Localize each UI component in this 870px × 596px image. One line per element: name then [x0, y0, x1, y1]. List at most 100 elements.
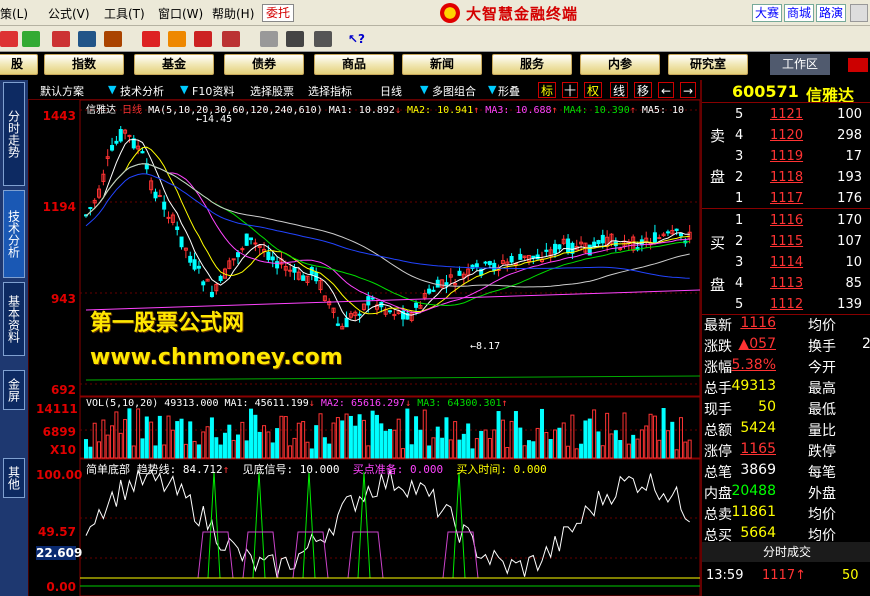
menu-help[interactable]: 帮助(H) [212, 5, 254, 22]
menu-bar: 策(L) 公式(V) 工具(T) 窗口(W) 帮助(H) 委托 大智慧金融终端 … [0, 0, 870, 26]
buy-level-row[interactable]: 1 1116 170 [702, 210, 870, 231]
contest-button[interactable]: 大赛 [752, 4, 783, 22]
candle-body [162, 201, 167, 210]
tab-other[interactable]: 其他 [3, 458, 25, 498]
select-indicator-button[interactable]: 选择指标 [308, 83, 352, 99]
chevron-down-icon[interactable]: ▼ [108, 83, 116, 96]
pencil-icon[interactable] [104, 31, 122, 47]
menu-strategy[interactable]: 策(L) [0, 5, 28, 22]
multi-chart-button[interactable]: 多图组合 [432, 83, 476, 99]
menu-formula[interactable]: 公式(V) [48, 5, 90, 22]
mark-toggle[interactable]: 标 [538, 82, 556, 98]
books-icon[interactable] [314, 31, 332, 47]
candle-body [175, 226, 180, 231]
volume-bar [270, 442, 275, 459]
move-toggle[interactable]: 移 [634, 82, 652, 98]
f10-button[interactable]: F10资料 [192, 83, 234, 99]
mall-button[interactable]: 商城 [784, 4, 815, 22]
chevron-down-icon[interactable]: ▼ [488, 83, 496, 96]
nav-bond[interactable]: 债券 [224, 54, 304, 75]
window-control-icon[interactable] [850, 4, 868, 22]
nav-index[interactable]: 指数 [44, 54, 124, 75]
buy-level-row[interactable]: 3 1114 10 [702, 252, 870, 273]
volume-bar [101, 419, 106, 459]
arrow-left-icon[interactable] [0, 31, 18, 47]
volume-bar [196, 444, 201, 459]
buy-level-row[interactable]: 2 1115 107 [702, 231, 870, 252]
ma-line [85, 163, 690, 288]
minimize-icon[interactable] [848, 58, 868, 72]
candle-body [388, 310, 392, 313]
candle-body [188, 255, 193, 263]
candle-body [201, 281, 206, 286]
scroll-left-button[interactable]: ← [658, 82, 674, 98]
volume-bar [162, 444, 167, 459]
window-icon[interactable] [286, 31, 304, 47]
quote-stat-row: 涨幅 5.38% 今开 [704, 357, 836, 376]
candle-body [231, 258, 236, 261]
volume-bar [370, 410, 375, 459]
period-button[interactable]: 日线 [380, 83, 402, 99]
help-pointer-icon[interactable]: ↖? [348, 31, 366, 47]
sell-level-row[interactable]: 5 1121 100 [702, 104, 870, 125]
rights-toggle[interactable]: 权 [584, 82, 602, 98]
volume-bar [292, 437, 297, 459]
menu-tools[interactable]: 工具(T) [104, 5, 145, 22]
volume-bar [513, 411, 518, 459]
technical-dropdown[interactable]: 技术分析 [120, 83, 164, 99]
menu-window[interactable]: 窗口(W) [158, 5, 203, 22]
link-icon[interactable] [22, 31, 40, 47]
candle-body [236, 252, 240, 258]
volume-bar [579, 443, 584, 459]
candle-body [192, 259, 197, 270]
nav-service[interactable]: 服务 [492, 54, 572, 75]
ma-longest-line [85, 375, 700, 381]
nav-news[interactable]: 新闻 [402, 54, 482, 75]
volume-bar [592, 409, 597, 459]
tab-fundamental[interactable]: 基本资料 [3, 282, 25, 356]
fire-icon[interactable] [194, 31, 212, 47]
stock-code: 600571 [732, 82, 799, 101]
volume-bar [374, 414, 379, 459]
chevron-down-icon[interactable]: ▼ [180, 83, 188, 96]
nav-commodity[interactable]: 商品 [314, 54, 394, 75]
buy-level-row[interactable]: 5 1112 139 [702, 294, 870, 315]
nav-stock[interactable]: 股 [0, 54, 38, 75]
crosshair-toggle[interactable]: 十 [562, 82, 578, 98]
sell-level-row[interactable]: 4 1120 298 [702, 125, 870, 146]
candle-body [301, 275, 306, 281]
binoculars-icon[interactable] [78, 31, 96, 47]
tab-golden-screen[interactable]: 金屏 [3, 370, 25, 410]
legend-ma-params: MA(5,10,20,30,60,120,240,610) [148, 105, 323, 116]
tag-icon[interactable] [222, 31, 240, 47]
volume-axis-unit: X10 [50, 443, 76, 457]
workzone-button[interactable]: 工作区 [770, 54, 830, 75]
chevron-down-icon[interactable]: ▼ [420, 83, 428, 96]
scroll-right-button[interactable]: → [680, 82, 696, 98]
nav-insider[interactable]: 内参 [580, 54, 660, 75]
diamond-icon[interactable] [168, 31, 186, 47]
line-toggle[interactable]: 线 [610, 82, 628, 98]
candle-body [270, 256, 275, 261]
tab-intraday[interactable]: 分时走势 [3, 82, 25, 186]
volume-bar [492, 429, 497, 459]
nav-fund[interactable]: 基金 [134, 54, 214, 75]
volume-bar [379, 423, 384, 459]
flag-icon[interactable] [142, 31, 160, 47]
tab-technical[interactable]: 技术分析 [3, 190, 25, 278]
tick-header[interactable]: 分时成交 [702, 542, 870, 562]
weituo-button[interactable]: 委托 [262, 4, 295, 22]
low-annotation: ←8.17 [470, 341, 501, 352]
chart-icon[interactable] [52, 31, 70, 47]
select-stock-button[interactable]: 选择股票 [250, 83, 294, 99]
nav-research[interactable]: 研究室 [668, 54, 748, 75]
printer-icon[interactable] [260, 31, 278, 47]
sell-level-row[interactable]: 1 1117 176 [702, 188, 870, 209]
sell-level-row[interactable]: 2 1118 193 [702, 167, 870, 188]
sell-level-row[interactable]: 3 1119 17 [702, 146, 870, 167]
overlay-button[interactable]: 形叠 [498, 83, 520, 99]
scheme-dropdown[interactable]: 默认方案 [40, 83, 84, 99]
roadshow-button[interactable]: 路演 [816, 4, 847, 22]
buy-level-row[interactable]: 4 1113 85 [702, 273, 870, 294]
candle-body [196, 265, 201, 269]
